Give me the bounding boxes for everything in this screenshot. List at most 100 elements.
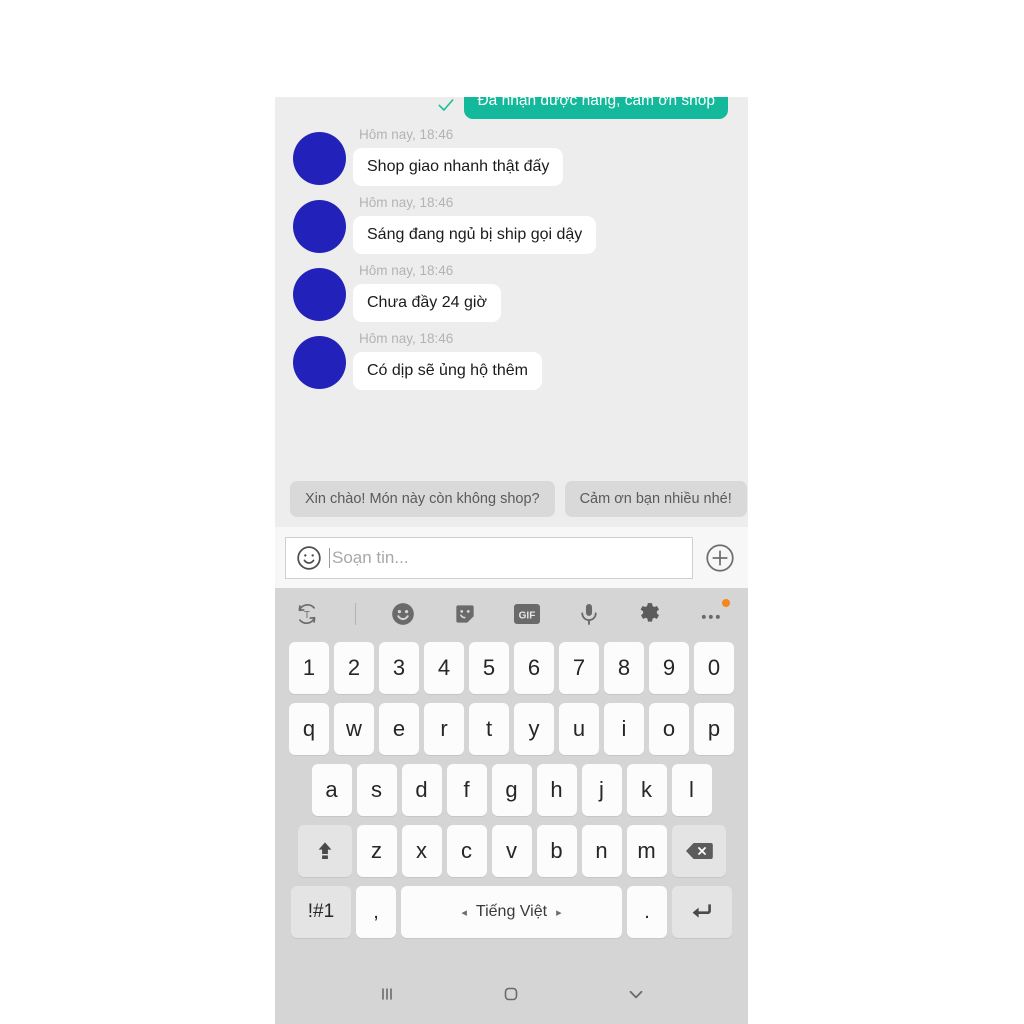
sticker-icon[interactable] [451, 600, 479, 628]
gif-icon[interactable]: GIF [513, 600, 541, 628]
outgoing-message-row: Đã nhận được hàng, cảm ơn shop [436, 97, 728, 119]
message-content: Hôm nay, 18:46 Có dịp sẽ ủng hộ thêm [353, 331, 542, 390]
virtual-keyboard: T GIF 1 2 3 4 5 6 7 8 9 0 q w e r t y u … [275, 588, 748, 1024]
quick-reply-chip[interactable]: Xin chào! Món này còn không shop? [290, 481, 555, 517]
backspace-icon[interactable] [671, 825, 726, 877]
key-s[interactable]: s [356, 764, 397, 816]
key-y[interactable]: y [514, 703, 554, 755]
keyboard-row-home: a s d f g h j k l [281, 764, 742, 816]
message-bubble[interactable]: Có dịp sẽ ủng hộ thêm [353, 352, 542, 390]
key-v[interactable]: v [491, 825, 532, 877]
key-t[interactable]: t [469, 703, 509, 755]
check-icon [436, 97, 456, 115]
incoming-messages: Hôm nay, 18:46 Shop giao nhanh thật đấy … [275, 127, 748, 399]
key-6[interactable]: 6 [514, 642, 554, 694]
message-timestamp: Hôm nay, 18:46 [359, 127, 454, 142]
key-d[interactable]: d [401, 764, 442, 816]
key-8[interactable]: 8 [604, 642, 644, 694]
chat-message-list[interactable]: Đã nhận được hàng, cảm ơn shop Hôm nay, … [275, 97, 748, 527]
key-x[interactable]: x [401, 825, 442, 877]
key-z[interactable]: z [356, 825, 397, 877]
keyboard-row-space: !#1 , ◂ Tiếng Việt ▸ . [281, 886, 742, 938]
key-b[interactable]: b [536, 825, 577, 877]
next-language-arrow-icon[interactable]: ▸ [556, 906, 562, 919]
key-n[interactable]: n [581, 825, 622, 877]
key-a[interactable]: a [311, 764, 352, 816]
message-content: Hôm nay, 18:46 Shop giao nhanh thật đấy [353, 127, 564, 186]
avatar[interactable] [293, 336, 346, 389]
message-bubble[interactable]: Chưa đầy 24 giờ [353, 284, 501, 322]
message-input-placeholder: Soạn tin... [332, 547, 409, 567]
key-o[interactable]: o [649, 703, 689, 755]
key-e[interactable]: e [379, 703, 419, 755]
period-key[interactable]: . [627, 886, 667, 938]
key-i[interactable]: i [604, 703, 644, 755]
key-5[interactable]: 5 [469, 642, 509, 694]
key-f[interactable]: f [446, 764, 487, 816]
keyboard-row-numbers: 1 2 3 4 5 6 7 8 9 0 [281, 642, 742, 694]
message-row: Hôm nay, 18:46 Chưa đầy 24 giờ [275, 263, 748, 322]
message-content: Hôm nay, 18:46 Sáng đang ngủ bị ship gọi… [353, 195, 597, 254]
key-p[interactable]: p [694, 703, 734, 755]
notification-badge [721, 599, 730, 607]
key-r[interactable]: r [424, 703, 464, 755]
keyboard-toolbar: T GIF [275, 588, 748, 640]
chevron-down-icon[interactable] [612, 974, 660, 1014]
prev-language-arrow-icon[interactable]: ◂ [461, 906, 467, 919]
quick-reply-chip[interactable]: Cảm ơn bạn nhiều nhé! [564, 481, 747, 517]
key-q[interactable]: q [289, 703, 329, 755]
phone-screen: Đã nhận được hàng, cảm ơn shop Hôm nay, … [275, 97, 748, 1024]
message-composer: Soạn tin... [275, 527, 748, 588]
key-c[interactable]: c [446, 825, 487, 877]
key-1[interactable]: 1 [289, 642, 329, 694]
message-input[interactable]: Soạn tin... [285, 536, 693, 579]
spacebar-key[interactable]: ◂ Tiếng Việt ▸ [401, 886, 622, 938]
key-m[interactable]: m [626, 825, 667, 877]
keyboard-row-qwerty: q w e r t y u i o p [281, 703, 742, 755]
svg-text:T: T [304, 610, 310, 621]
key-0[interactable]: 0 [694, 642, 734, 694]
key-2[interactable]: 2 [334, 642, 374, 694]
symbols-key[interactable]: !#1 [291, 886, 351, 938]
recents-icon[interactable] [363, 974, 411, 1014]
smiley-face-icon[interactable] [296, 545, 322, 571]
key-j[interactable]: j [581, 764, 622, 816]
toolbar-divider [354, 603, 356, 625]
key-l[interactable]: l [671, 764, 712, 816]
key-k[interactable]: k [626, 764, 667, 816]
message-bubble[interactable]: Shop giao nhanh thật đấy [353, 148, 564, 186]
message-row: Hôm nay, 18:46 Sáng đang ngủ bị ship gọi… [275, 195, 748, 254]
message-row: Hôm nay, 18:46 Shop giao nhanh thật đấy [275, 127, 748, 186]
key-9[interactable]: 9 [649, 642, 689, 694]
avatar[interactable] [293, 268, 346, 321]
gif-label: GIF [518, 610, 535, 621]
key-u[interactable]: u [559, 703, 599, 755]
keyboard-row-bottom: z x c v b n m [281, 825, 742, 877]
spacebar-language-label: Tiếng Việt [475, 903, 548, 920]
plus-circle-icon[interactable] [705, 543, 735, 573]
quick-reply-bar: Xin chào! Món này còn không shop? Cảm ơn… [275, 481, 748, 517]
microphone-icon[interactable] [575, 600, 603, 628]
translate-icon[interactable]: T [293, 600, 321, 628]
home-icon[interactable] [487, 974, 535, 1014]
key-7[interactable]: 7 [559, 642, 599, 694]
avatar[interactable] [293, 132, 346, 185]
message-row: Hôm nay, 18:46 Có dịp sẽ ủng hộ thêm [275, 331, 748, 390]
message-timestamp: Hôm nay, 18:46 [359, 331, 454, 346]
shift-arrow-icon[interactable] [297, 825, 352, 877]
message-bubble[interactable]: Sáng đang ngủ bị ship gọi dậy [353, 216, 597, 254]
key-w[interactable]: w [334, 703, 374, 755]
enter-return-icon[interactable] [672, 886, 732, 938]
avatar[interactable] [293, 200, 346, 253]
key-g[interactable]: g [491, 764, 532, 816]
settings-gear-icon[interactable] [636, 600, 664, 628]
keyboard-rows: 1 2 3 4 5 6 7 8 9 0 q w e r t y u i o p … [275, 640, 748, 964]
system-navigation-bar [275, 964, 748, 1024]
message-content: Hôm nay, 18:46 Chưa đầy 24 giờ [353, 263, 501, 322]
key-4[interactable]: 4 [424, 642, 464, 694]
comma-key[interactable]: , [356, 886, 396, 938]
more-options-icon[interactable] [698, 599, 730, 628]
key-h[interactable]: h [536, 764, 577, 816]
key-3[interactable]: 3 [379, 642, 419, 694]
emoji-icon[interactable] [389, 600, 417, 628]
